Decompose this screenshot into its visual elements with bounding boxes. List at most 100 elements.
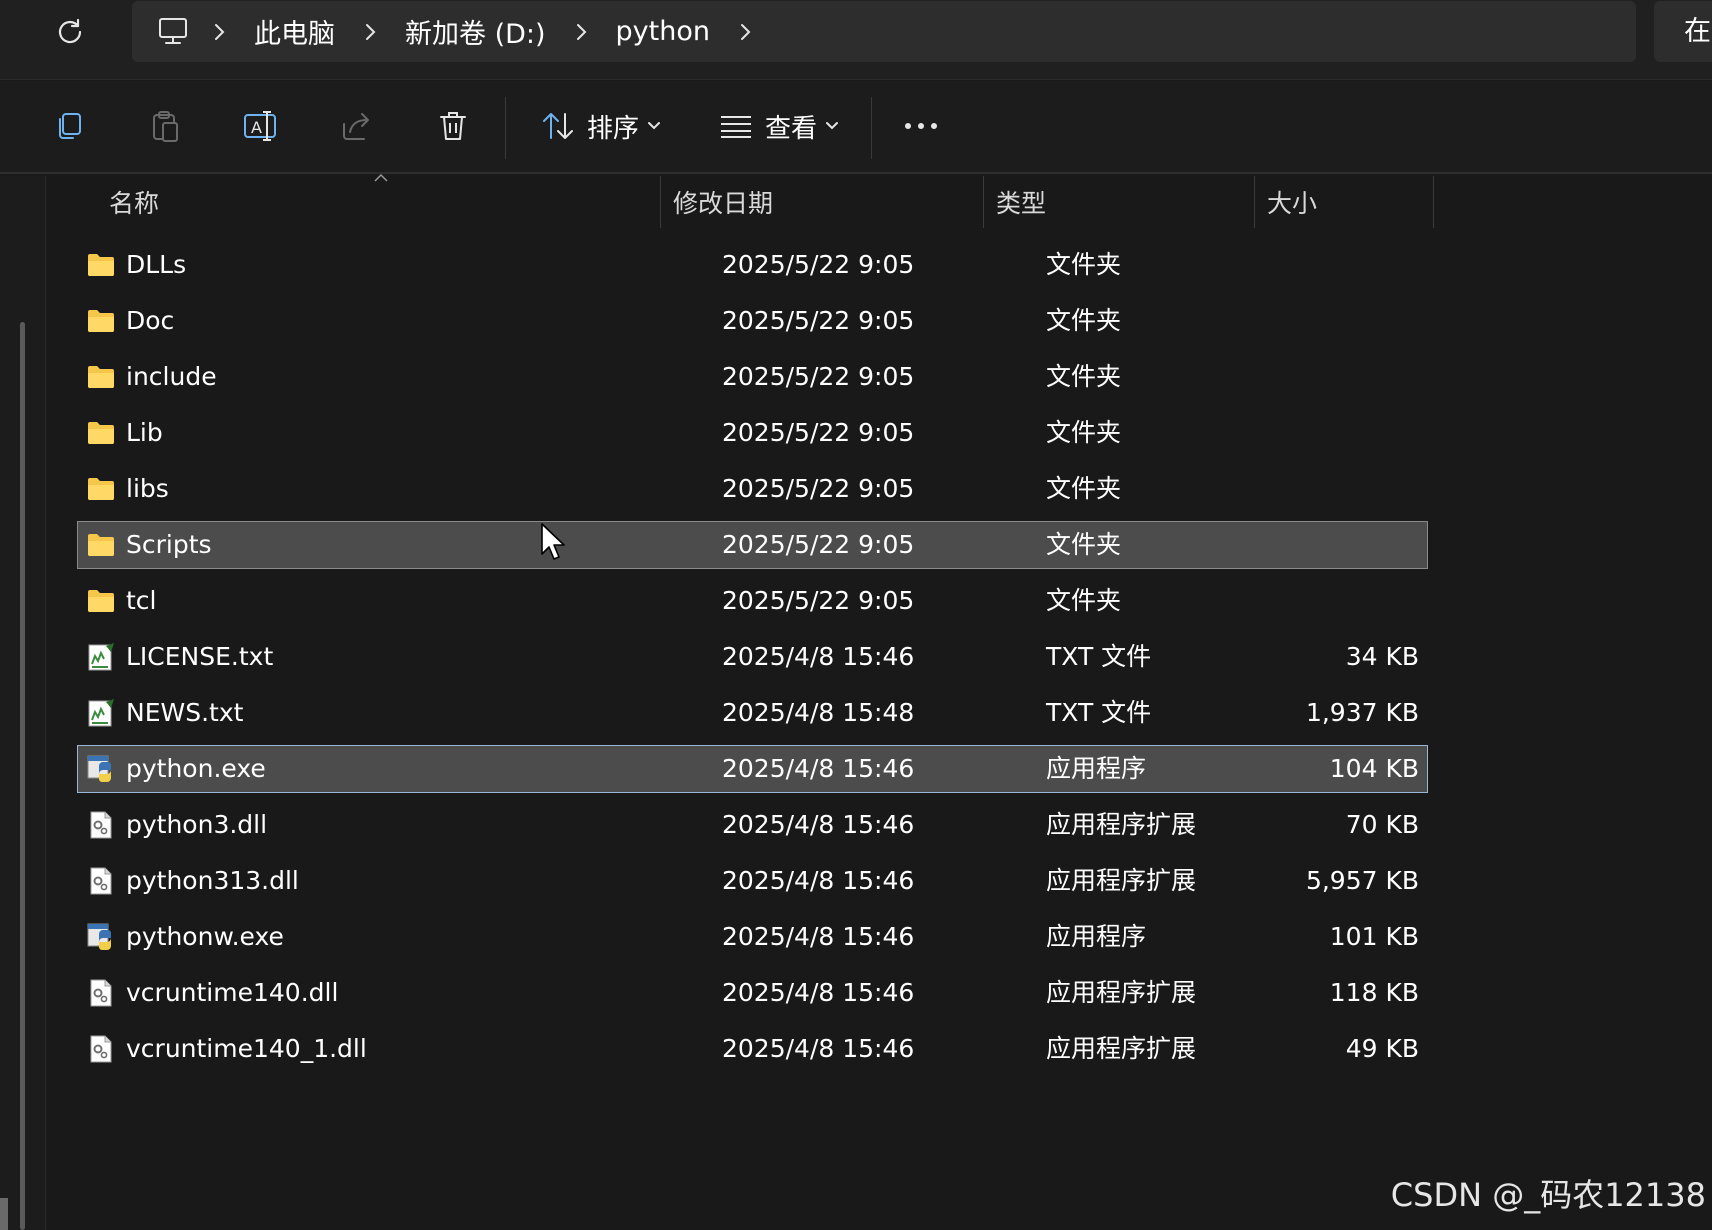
chevron-right-icon[interactable] bbox=[570, 21, 592, 43]
file-type: 应用程序扩展 bbox=[1046, 978, 1197, 1007]
file-date-modified: 2025/4/8 15:46 bbox=[722, 922, 915, 951]
file-row[interactable]: python313.dll 2025/4/8 15:46 应用程序扩展 5,957 K… bbox=[77, 857, 1428, 905]
file-row[interactable]: python.exe 2025/4/8 15:46 应用程序 104 KB bbox=[77, 745, 1428, 793]
file-row[interactable]: vcruntime140.dll 2025/4/8 15:46 应用程序扩展 118 … bbox=[77, 969, 1428, 1017]
column-type[interactable]: 类型 bbox=[984, 176, 1254, 228]
file-name: tcl bbox=[126, 586, 157, 615]
share-button[interactable] bbox=[334, 101, 380, 151]
file-row[interactable]: vcruntime140_1.dll 2025/4/8 15:46 应用程序扩展 49… bbox=[77, 1025, 1428, 1073]
rename-button[interactable]: A bbox=[238, 101, 284, 151]
file-type: 文件夹 bbox=[1046, 362, 1122, 391]
svg-text:A: A bbox=[251, 118, 262, 137]
file-name: LICENSE.txt bbox=[126, 642, 274, 671]
view-label: 查看 bbox=[764, 113, 817, 144]
column-size[interactable]: 大小 bbox=[1255, 176, 1433, 228]
file-row[interactable]: NEWS.txt 2025/4/8 15:48 TXT 文件 1,937 KB bbox=[77, 689, 1428, 737]
file-type: 文件夹 bbox=[1046, 586, 1122, 615]
file-row[interactable]: include 2025/5/22 9:05 文件夹 bbox=[77, 353, 1428, 401]
file-size: 5,957 KB bbox=[1305, 866, 1419, 895]
breadcrumb-python[interactable]: python bbox=[610, 16, 716, 47]
column-header: 名称 修改日期 类型 大小 bbox=[47, 173, 1712, 228]
text-file-icon bbox=[86, 642, 116, 672]
file-row[interactable]: pythonw.exe 2025/4/8 15:46 应用程序 101 KB bbox=[77, 913, 1428, 961]
file-row[interactable]: Doc 2025/5/22 9:05 文件夹 bbox=[77, 297, 1428, 345]
paste-icon bbox=[153, 111, 178, 142]
more-options-button[interactable] bbox=[896, 101, 946, 151]
paste-button[interactable] bbox=[142, 101, 188, 151]
file-name: Doc bbox=[126, 306, 175, 335]
dll-file-icon bbox=[86, 1034, 116, 1064]
file-row[interactable]: libs 2025/5/22 9:05 文件夹 bbox=[77, 465, 1428, 513]
breadcrumb-drive-d[interactable]: 新加卷 (D:) bbox=[399, 12, 552, 51]
list-view-icon bbox=[720, 116, 751, 138]
chevron-down-icon bbox=[648, 122, 660, 130]
file-size: 1,937 KB bbox=[1305, 698, 1419, 727]
file-date-modified: 2025/4/8 15:46 bbox=[722, 754, 915, 783]
file-size: 101 KB bbox=[1329, 922, 1419, 951]
breadcrumb[interactable]: 此电脑 新加卷 (D:) python bbox=[132, 1, 1636, 62]
sort-label: 排序 bbox=[586, 113, 639, 144]
file-date-modified: 2025/5/22 9:05 bbox=[722, 474, 915, 503]
file-date-modified: 2025/5/22 9:05 bbox=[722, 418, 915, 447]
refresh-icon bbox=[58, 18, 82, 44]
breadcrumb-this-pc[interactable]: 此电脑 bbox=[248, 12, 341, 51]
python-exe-icon bbox=[86, 922, 116, 952]
delete-button[interactable] bbox=[430, 101, 476, 151]
trash-icon bbox=[440, 112, 466, 140]
sort-button[interactable]: 排序 bbox=[536, 101, 666, 151]
file-name: Lib bbox=[126, 418, 163, 447]
divider bbox=[871, 97, 872, 159]
dll-file-icon bbox=[86, 866, 116, 896]
file-size: 104 KB bbox=[1329, 754, 1419, 783]
file-name: python3.dll bbox=[126, 810, 268, 839]
nav-scrollbar[interactable] bbox=[20, 322, 25, 1230]
refresh-button[interactable] bbox=[48, 10, 92, 54]
column-name[interactable]: 名称 bbox=[97, 176, 657, 228]
file-row[interactable]: Lib 2025/5/22 9:05 文件夹 bbox=[77, 409, 1428, 457]
nav-scrollbar-thumb[interactable] bbox=[0, 1198, 8, 1230]
file-row[interactable]: python3.dll 2025/4/8 15:46 应用程序扩展 70 KB bbox=[77, 801, 1428, 849]
file-date-modified: 2025/5/22 9:05 bbox=[722, 530, 915, 559]
file-name: vcruntime140.dll bbox=[126, 978, 339, 1007]
divider bbox=[505, 97, 506, 159]
file-date-modified: 2025/4/8 15:46 bbox=[722, 866, 915, 895]
file-name: python313.dll bbox=[126, 866, 299, 895]
search-input[interactable]: 在 bbox=[1654, 1, 1712, 62]
file-row[interactable]: tcl 2025/5/22 9:05 文件夹 bbox=[77, 577, 1428, 625]
file-type: 应用程序 bbox=[1046, 922, 1147, 951]
copy-button[interactable] bbox=[46, 101, 92, 151]
folder-icon bbox=[86, 530, 116, 560]
file-date-modified: 2025/5/22 9:05 bbox=[722, 250, 915, 279]
chevron-right-icon[interactable] bbox=[208, 21, 230, 43]
file-name: DLLs bbox=[126, 250, 187, 279]
file-type: 文件夹 bbox=[1046, 250, 1122, 279]
chevron-right-icon[interactable] bbox=[359, 21, 381, 43]
text-file-icon bbox=[86, 698, 116, 728]
folder-icon bbox=[86, 250, 116, 280]
file-row[interactable]: DLLs 2025/5/22 9:05 文件夹 bbox=[77, 241, 1428, 289]
file-name: vcruntime140_1.dll bbox=[126, 1034, 367, 1063]
chevron-right-icon[interactable] bbox=[734, 21, 756, 43]
dll-file-icon bbox=[86, 810, 116, 840]
mouse-cursor-icon bbox=[541, 523, 565, 560]
file-type: 应用程序扩展 bbox=[1046, 810, 1197, 839]
chevron-down-icon bbox=[826, 122, 838, 130]
file-date-modified: 2025/5/22 9:05 bbox=[722, 586, 915, 615]
file-type: TXT 文件 bbox=[1046, 698, 1152, 727]
rename-icon: A bbox=[244, 111, 276, 141]
column-divider[interactable] bbox=[1433, 176, 1434, 228]
command-bar: A 排序 查看 bbox=[0, 81, 1712, 174]
file-row[interactable]: Scripts 2025/5/22 9:05 文件夹 bbox=[77, 521, 1428, 569]
folder-icon bbox=[86, 362, 116, 392]
this-pc-icon[interactable] bbox=[156, 15, 190, 49]
file-type: 文件夹 bbox=[1046, 418, 1122, 447]
folder-icon bbox=[86, 306, 116, 336]
file-type: 应用程序扩展 bbox=[1046, 1034, 1197, 1063]
file-row[interactable]: LICENSE.txt 2025/4/8 15:46 TXT 文件 34 KB bbox=[77, 633, 1428, 681]
file-name: include bbox=[126, 362, 217, 391]
file-type: TXT 文件 bbox=[1046, 642, 1152, 671]
view-button[interactable]: 查看 bbox=[714, 101, 844, 151]
file-size: 34 KB bbox=[1345, 642, 1419, 671]
file-size: 70 KB bbox=[1345, 810, 1419, 839]
column-date[interactable]: 修改日期 bbox=[661, 176, 983, 228]
